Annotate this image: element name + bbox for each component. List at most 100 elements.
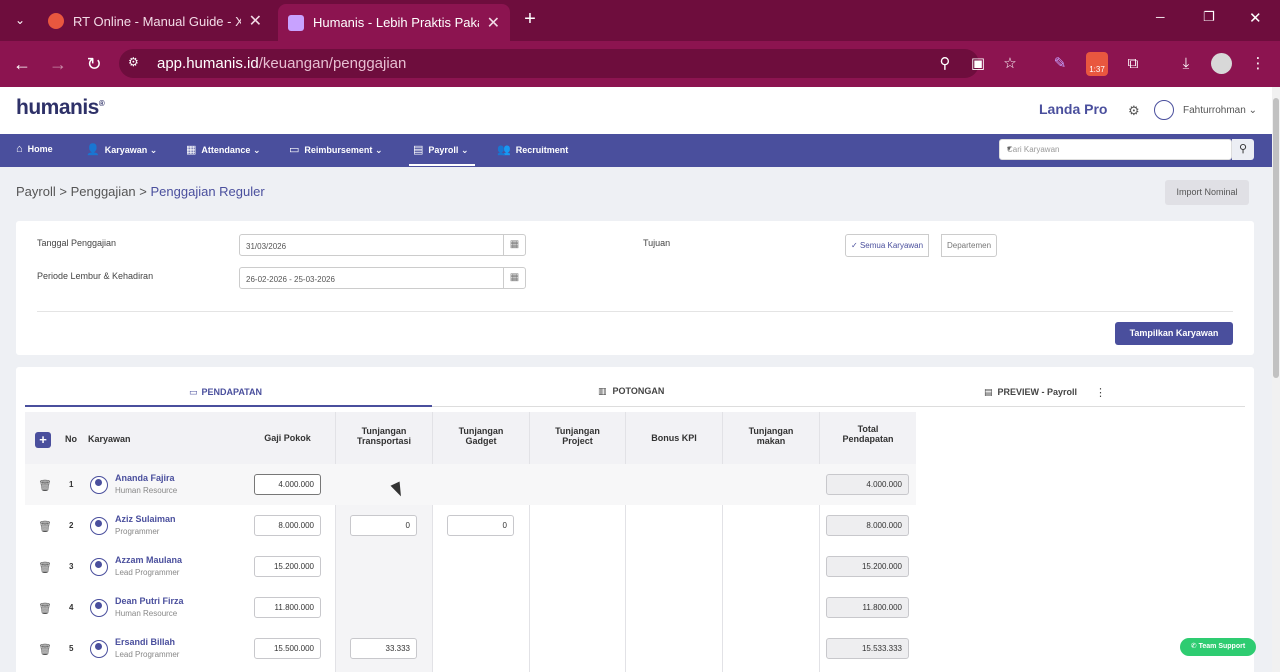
gaji-pokok-input[interactable]: 11.800.000 [254, 597, 321, 618]
nav-label: Reimbursement [304, 145, 373, 155]
breadcrumb-penggajian[interactable]: Penggajian [71, 184, 136, 199]
tab-title: Humanis - Lebih Praktis Pakai H [313, 15, 479, 30]
gaji-pokok-input[interactable]: 15.200.000 [254, 556, 321, 577]
employee-search-select[interactable]: Cari Karyawan ▾ [999, 139, 1232, 160]
header-line-2: Pendapatan [842, 434, 894, 444]
site-info-icon[interactable]: ⚙ [128, 55, 144, 71]
close-window-button[interactable]: ✕ [1249, 9, 1265, 27]
header-karyawan: Karyawan [88, 434, 131, 444]
install-app-icon[interactable]: ▣ [968, 54, 988, 74]
import-nominal-button[interactable]: Import Nominal [1165, 180, 1249, 205]
user-name: Fahturrohman [1183, 105, 1246, 116]
check-icon: ✓ [851, 241, 860, 250]
delete-trash-icon[interactable]: 🗑 [38, 602, 52, 615]
tab-label: PENDAPATAN [201, 387, 263, 397]
gaji-pokok-input[interactable]: 15.500.000 [254, 638, 321, 659]
breadcrumb-payroll[interactable]: Payroll [16, 184, 56, 199]
option-label: Departemen [947, 241, 992, 250]
periode-label: Periode Lembur & Kehadiran [37, 271, 154, 281]
delete-trash-icon[interactable]: 🗑 [38, 561, 52, 574]
periode-input[interactable]: 26-02-2026 - 25-03-2026 ▦ [239, 267, 526, 289]
users-icon: 👥 [497, 144, 511, 156]
calendar-icon: ▦ [186, 144, 197, 156]
browser-tab-rt-online[interactable]: RT Online - Manual Guide - Xm ✕ [38, 6, 272, 36]
tab-list-dropdown[interactable]: ⌄ [10, 10, 30, 30]
gaji-pokok-input[interactable]: 8.000.000 [254, 515, 321, 536]
tab-label: PREVIEW - Payroll [997, 387, 1078, 397]
nav-home[interactable]: ⌂ Home [16, 143, 53, 155]
tab-pendapatan[interactable]: ▭ PENDAPATAN [189, 387, 262, 398]
profile-avatar[interactable] [1211, 53, 1232, 74]
app-logo[interactable]: humanis® [16, 96, 105, 120]
tanggal-label: Tanggal Penggajian [37, 238, 117, 248]
total-pendapatan-field: 15.200.000 [826, 556, 909, 577]
chevron-down-icon: ⌄ [252, 145, 261, 155]
team-support-button[interactable]: ✆ Team Support [1180, 638, 1256, 656]
nav-label: Home [27, 144, 53, 154]
tanggal-penggajian-input[interactable]: 31/03/2026 ▦ [239, 234, 526, 256]
nav-attendance[interactable]: ▦ Attendance ⌄ [186, 143, 260, 156]
browser-tab-humanis[interactable]: Humanis - Lebih Praktis Pakai H ✕ [278, 4, 510, 41]
reload-icon[interactable]: ↻ [82, 52, 106, 76]
extensions-puzzle-icon[interactable]: ⧉ [1123, 54, 1143, 74]
tujuan-departemen-option[interactable]: Departemen [941, 234, 998, 257]
tampilkan-karyawan-button[interactable]: Tampilkan Karyawan [1115, 322, 1233, 345]
settings-gear-icon[interactable]: ⚙ [1128, 103, 1140, 119]
wallet-icon: ▤ [413, 144, 424, 156]
restore-button[interactable]: ❐ [1203, 9, 1219, 25]
tunjangan-gadget-input[interactable]: 0 [447, 515, 514, 536]
employee-name[interactable]: Ersandi Billah [115, 637, 175, 647]
download-icon[interactable]: ⤓ [1176, 54, 1196, 74]
nav-payroll[interactable]: ▤ Payroll ⌄ [413, 143, 468, 156]
breadcrumb-separator: > [139, 184, 147, 199]
delete-trash-icon[interactable]: 🗑 [38, 520, 52, 533]
user-avatar[interactable] [1154, 100, 1174, 120]
zoom-icon[interactable]: ⚲ [935, 54, 955, 74]
tab-close-icon[interactable]: ✕ [487, 13, 500, 33]
logo-text: humanis [16, 96, 99, 119]
calendar-icon[interactable]: ▦ [503, 268, 525, 288]
chevron-down-icon: ⌄ [460, 145, 469, 155]
extension-badge[interactable]: 1:37 [1086, 52, 1108, 76]
header-line-2: Project [562, 436, 593, 446]
nav-recruitment[interactable]: 👥 Recruitment [497, 143, 568, 156]
employee-name[interactable]: Aziz Sulaiman [115, 514, 176, 524]
search-icon[interactable]: ⚲ [1232, 139, 1254, 160]
row-no: 4 [69, 603, 74, 612]
header-tunjangan-makan: Tunjangan makan [723, 426, 819, 446]
tunjangan-transportasi-input[interactable]: 33.333 [350, 638, 417, 659]
tab-preview-payroll[interactable]: ▤ PREVIEW - Payroll [984, 387, 1077, 398]
delete-trash-icon[interactable]: 🗑 [38, 643, 52, 656]
new-tab-button[interactable]: + [520, 8, 540, 32]
forward-icon[interactable]: → [46, 52, 70, 76]
company-name: Landa Pro [1039, 101, 1108, 117]
chevron-down-icon: ▾ [1007, 144, 1012, 153]
home-icon: ⌂ [16, 143, 23, 155]
user-menu[interactable]: Fahturrohman ⌄ [1183, 105, 1257, 116]
tujuan-semua-karyawan-option[interactable]: ✓ Semua Karyawan [845, 234, 930, 257]
minimize-button[interactable]: ─ [1156, 10, 1172, 24]
back-icon[interactable]: ← [10, 52, 34, 76]
delete-trash-icon[interactable]: 🗑 [38, 479, 52, 492]
menu-kebab-icon[interactable]: ⋮ [1248, 54, 1268, 74]
header-gaji-pokok: Gaji Pokok [264, 433, 311, 443]
employee-role: Lead Programmer [115, 650, 180, 659]
tunjangan-transportasi-input[interactable]: 0 [350, 515, 417, 536]
table-row [25, 546, 916, 587]
employee-name[interactable]: Ananda Fajira [115, 473, 175, 483]
scrollbar-thumb[interactable] [1273, 98, 1279, 378]
add-row-button[interactable]: + [35, 432, 51, 448]
calendar-icon[interactable]: ▦ [503, 235, 525, 255]
nav-reimbursement[interactable]: ▭ Reimbursement ⌄ [289, 143, 383, 156]
employee-role: Human Resource [115, 486, 178, 495]
feather-extension-icon[interactable]: ✎ [1050, 54, 1070, 74]
employee-name[interactable]: Azzam Maulana [115, 555, 182, 565]
bookmark-star-icon[interactable]: ☆ [1000, 54, 1020, 74]
nav-karyawan[interactable]: 👤 Karyawan ⌄ [86, 143, 157, 156]
gaji-pokok-input[interactable]: 4.000.000 [254, 474, 321, 495]
employee-name[interactable]: Dean Putri Firza [115, 596, 184, 606]
header-bonus-kpi: Bonus KPI [651, 433, 697, 443]
tab-options-kebab-icon[interactable]: ⋮ [1095, 386, 1106, 399]
tab-close-icon[interactable]: ✕ [249, 11, 262, 31]
tab-potongan[interactable]: ▥ POTONGAN [598, 386, 664, 397]
